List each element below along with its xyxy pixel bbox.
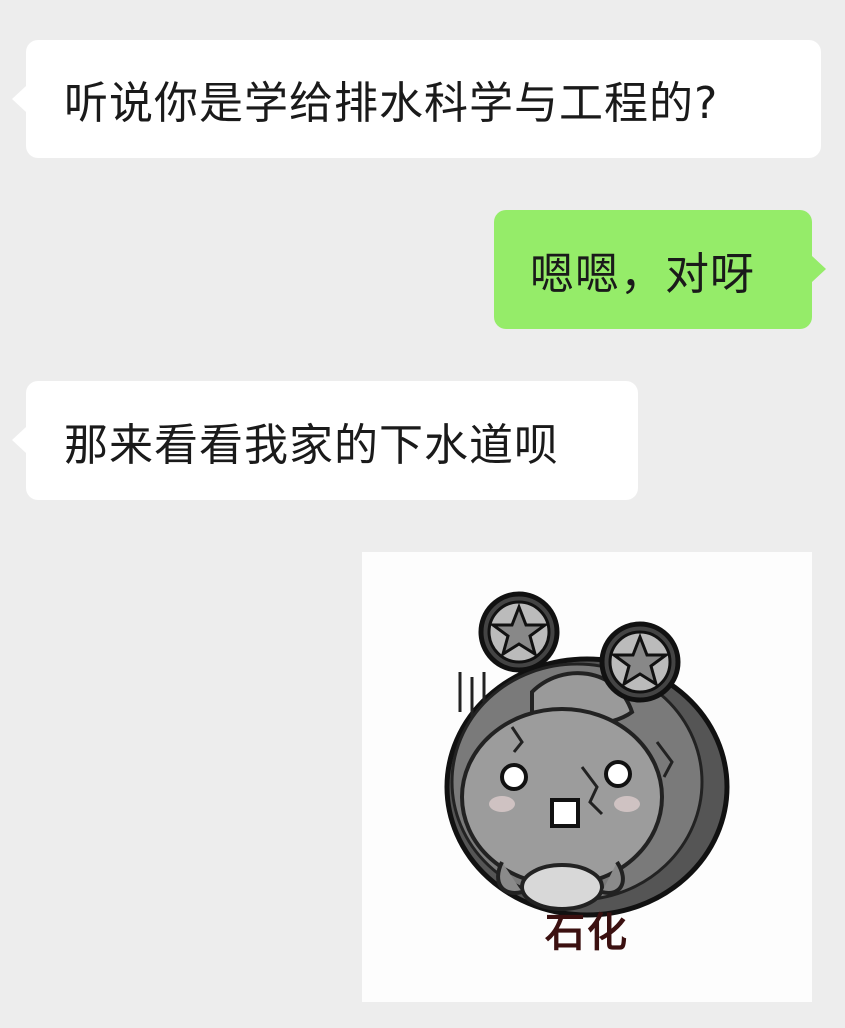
message-text: 听说你是学给排水科学与工程的?: [64, 78, 719, 129]
incoming-message-bubble[interactable]: 听说你是学给排水科学与工程的?: [12, 40, 821, 158]
sticker-caption: 石化: [545, 909, 629, 956]
incoming-message-bubble[interactable]: 那来看看我家的下水道呗: [12, 381, 638, 500]
message-text: 嗯嗯，对呀: [530, 248, 755, 300]
sticker-message[interactable]: 石化: [362, 552, 812, 1002]
message-text: 那来看看我家的下水道呗: [64, 419, 559, 471]
outgoing-message-bubble[interactable]: 嗯嗯，对呀: [494, 210, 826, 329]
